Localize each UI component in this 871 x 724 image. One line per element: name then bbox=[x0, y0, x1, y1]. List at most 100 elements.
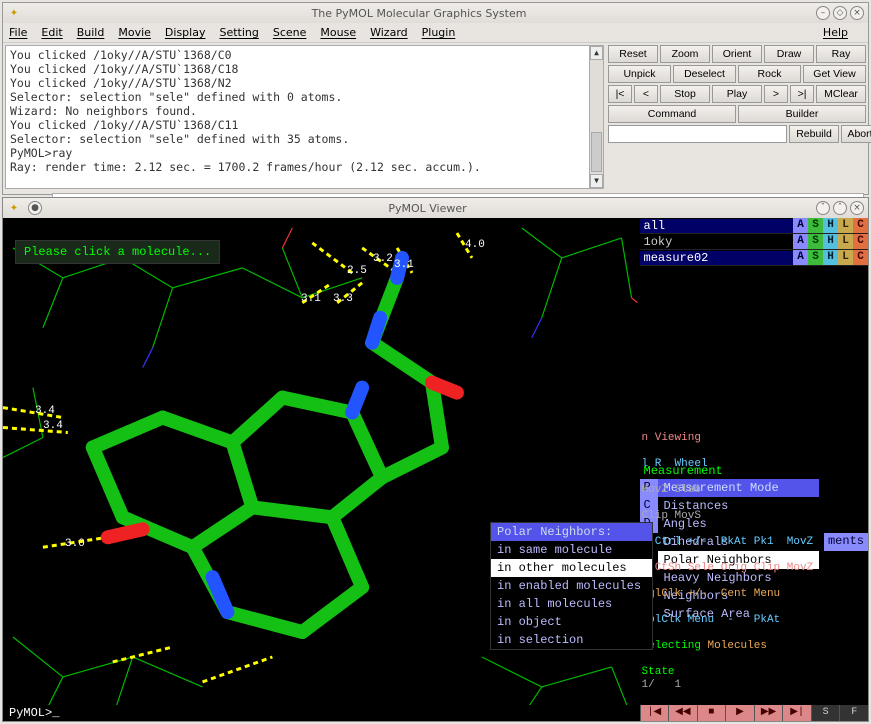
console-line: You clicked /1oky//A/STU`1368/C18 bbox=[10, 62, 599, 76]
object-row-all[interactable]: all ASHLC bbox=[640, 218, 868, 234]
viewer-window: ✦ ● PyMOL Viewer ˇ ˆ × bbox=[2, 197, 869, 722]
play-first-icon[interactable]: |◀ bbox=[640, 705, 669, 721]
viewer-title: PyMOL Viewer bbox=[42, 202, 813, 215]
close-icon[interactable]: × bbox=[850, 201, 864, 215]
rebuild-button[interactable]: Rebuild bbox=[789, 125, 839, 143]
object-row-measure02[interactable]: measure02 ASHLC bbox=[640, 250, 868, 266]
play-ff-icon[interactable]: ▶▶ bbox=[754, 705, 783, 721]
console-line: You clicked /1oky//A/STU`1368/C0 bbox=[10, 48, 599, 62]
distance-label: 3.4 bbox=[43, 420, 63, 432]
play-stop-icon[interactable]: ■ bbox=[697, 705, 726, 721]
window-title: The PyMOL Molecular Graphics System bbox=[25, 7, 813, 20]
play-button[interactable]: Play bbox=[712, 85, 762, 103]
close-icon[interactable]: × bbox=[850, 6, 864, 20]
submenu-enabled-molecules[interactable]: in enabled molecules bbox=[491, 577, 652, 595]
play-last-icon[interactable]: ▶| bbox=[782, 705, 811, 721]
hide-icon[interactable]: H bbox=[823, 218, 838, 233]
action-icon[interactable]: A bbox=[793, 218, 808, 233]
console-line: You clicked /1oky//A/STU`1368/N2 bbox=[10, 76, 599, 90]
submenu-all-molecules[interactable]: in all molecules bbox=[491, 595, 652, 613]
play-rew-icon[interactable]: ◀◀ bbox=[668, 705, 697, 721]
ray-button[interactable]: Ray bbox=[816, 45, 866, 63]
menu-plugin[interactable]: Plugin bbox=[422, 26, 456, 39]
distance-label: 3.4 bbox=[35, 405, 55, 417]
console-line: You clicked /1oky//A/STU`1368/C11 bbox=[10, 118, 599, 132]
next-frame-button[interactable]: > bbox=[764, 85, 788, 103]
orient-button[interactable]: Orient bbox=[712, 45, 762, 63]
console-line: PyMOL>ray bbox=[10, 146, 599, 160]
main-titlebar: ✦ The PyMOL Molecular Graphics System – … bbox=[3, 3, 868, 23]
zoom-button[interactable]: Zoom bbox=[660, 45, 710, 63]
command-input[interactable] bbox=[608, 125, 787, 143]
menu-setting[interactable]: Setting bbox=[219, 26, 258, 39]
menu-scene[interactable]: Scene bbox=[273, 26, 307, 39]
scroll-up-icon[interactable]: ▲ bbox=[590, 46, 603, 60]
menubar: File Edit Build Movie Display Setting Sc… bbox=[3, 23, 868, 43]
prev-frame-button[interactable]: < bbox=[634, 85, 658, 103]
menu-movie[interactable]: Movie bbox=[118, 26, 151, 39]
polar-neighbors-submenu: Polar Neighbors: in same molecule in oth… bbox=[490, 522, 653, 650]
menu-help[interactable]: Help bbox=[823, 26, 848, 39]
menu-wizard[interactable]: Wizard bbox=[370, 26, 408, 39]
reset-button[interactable]: Reset bbox=[608, 45, 658, 63]
distance-label: 3.3 bbox=[333, 293, 353, 305]
minimize-icon[interactable]: – bbox=[816, 6, 830, 20]
builder-button[interactable]: Builder bbox=[738, 105, 866, 123]
rock-button[interactable]: Rock bbox=[738, 65, 801, 83]
command-button[interactable]: Command bbox=[608, 105, 736, 123]
control-panel: Reset Zoom Orient Draw Ray Unpick Desele… bbox=[606, 43, 868, 191]
deselect-button[interactable]: Deselect bbox=[673, 65, 736, 83]
getview-button[interactable]: Get View bbox=[803, 65, 866, 83]
menu-build[interactable]: Build bbox=[77, 26, 105, 39]
menu-file[interactable]: File bbox=[9, 26, 27, 39]
maximize-icon[interactable]: ˆ bbox=[833, 201, 847, 215]
main-window: ✦ The PyMOL Molecular Graphics System – … bbox=[2, 2, 869, 195]
mouse-status: n Viewing l R Wheel MovZ Slab Clip MovS … bbox=[640, 419, 868, 705]
play-f-button[interactable]: F bbox=[839, 705, 868, 721]
distance-label: 3.0 bbox=[65, 538, 85, 550]
console-line: Ray: render time: 2.12 sec. = 1700.2 fra… bbox=[10, 160, 599, 174]
show-icon[interactable]: S bbox=[808, 218, 823, 233]
play-play-icon[interactable]: ▶ bbox=[725, 705, 754, 721]
submenu-header: Polar Neighbors: bbox=[491, 523, 652, 541]
playbar: |◀ ◀◀ ■ ▶ ▶▶ ▶| S F bbox=[640, 705, 868, 721]
first-frame-button[interactable]: |< bbox=[608, 85, 632, 103]
menu-edit[interactable]: Edit bbox=[41, 26, 62, 39]
console-scrollbar[interactable]: ▲ ▼ bbox=[589, 46, 603, 188]
color-icon[interactable]: C bbox=[853, 218, 868, 233]
last-frame-button[interactable]: >| bbox=[790, 85, 814, 103]
unpick-button[interactable]: Unpick bbox=[608, 65, 671, 83]
viewer-prompt[interactable]: PyMOL>_ bbox=[5, 705, 638, 721]
menu-display[interactable]: Display bbox=[165, 26, 206, 39]
distance-label: 4.0 bbox=[465, 239, 485, 251]
scroll-down-icon[interactable]: ▼ bbox=[590, 174, 603, 188]
console-line: Wizard: No neighbors found. bbox=[10, 104, 599, 118]
distance-label: 2.5 bbox=[347, 265, 367, 277]
draw-button[interactable]: Draw bbox=[764, 45, 814, 63]
label-icon[interactable]: L bbox=[838, 218, 853, 233]
console-line: Selector: selection "sele" defined with … bbox=[10, 90, 599, 104]
scroll-thumb[interactable] bbox=[591, 132, 602, 172]
console-output: You clicked /1oky//A/STU`1368/C0 You cli… bbox=[5, 45, 604, 189]
submenu-other-molecules[interactable]: in other molecules bbox=[491, 559, 652, 577]
distance-label: 3.1 bbox=[394, 259, 414, 271]
viewer-sticky-icon[interactable]: ● bbox=[28, 201, 42, 215]
submenu-in-selection[interactable]: in selection bbox=[491, 631, 652, 649]
stop-button[interactable]: Stop bbox=[660, 85, 710, 103]
maximize-icon[interactable]: ◇ bbox=[833, 6, 847, 20]
app-icon: ✦ bbox=[7, 201, 21, 215]
distance-label: 3.2 bbox=[373, 253, 393, 265]
abort-button[interactable]: Abort bbox=[841, 125, 871, 143]
play-s-button[interactable]: S bbox=[811, 705, 840, 721]
object-row-1oky[interactable]: 1oky ASHLC bbox=[640, 234, 868, 250]
console-line: Selector: selection "sele" defined with … bbox=[10, 132, 599, 146]
wizard-hint: Please click a molecule... bbox=[15, 240, 220, 264]
minimize-icon[interactable]: ˇ bbox=[816, 201, 830, 215]
app-icon: ✦ bbox=[7, 6, 21, 20]
object-panel: all ASHLC 1oky ASHLC measure02 ASHLC Mea… bbox=[640, 218, 868, 721]
distance-label: 3.1 bbox=[301, 293, 321, 305]
submenu-in-object[interactable]: in object bbox=[491, 613, 652, 631]
menu-mouse[interactable]: Mouse bbox=[320, 26, 356, 39]
mclear-button[interactable]: MClear bbox=[816, 85, 866, 103]
submenu-same-molecule[interactable]: in same molecule bbox=[491, 541, 652, 559]
